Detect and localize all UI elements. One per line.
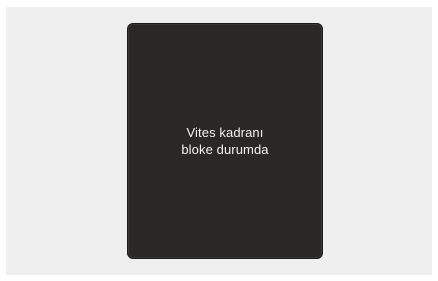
status-message: Vites kadranı bloke durumda — [181, 124, 268, 158]
message-line-2: bloke durumda — [181, 142, 269, 157]
display-screen: Vites kadranı bloke durumda — [127, 23, 323, 259]
panel-background: Vites kadranı bloke durumda — [6, 7, 432, 275]
message-line-1: Vites kadranı — [186, 125, 264, 140]
